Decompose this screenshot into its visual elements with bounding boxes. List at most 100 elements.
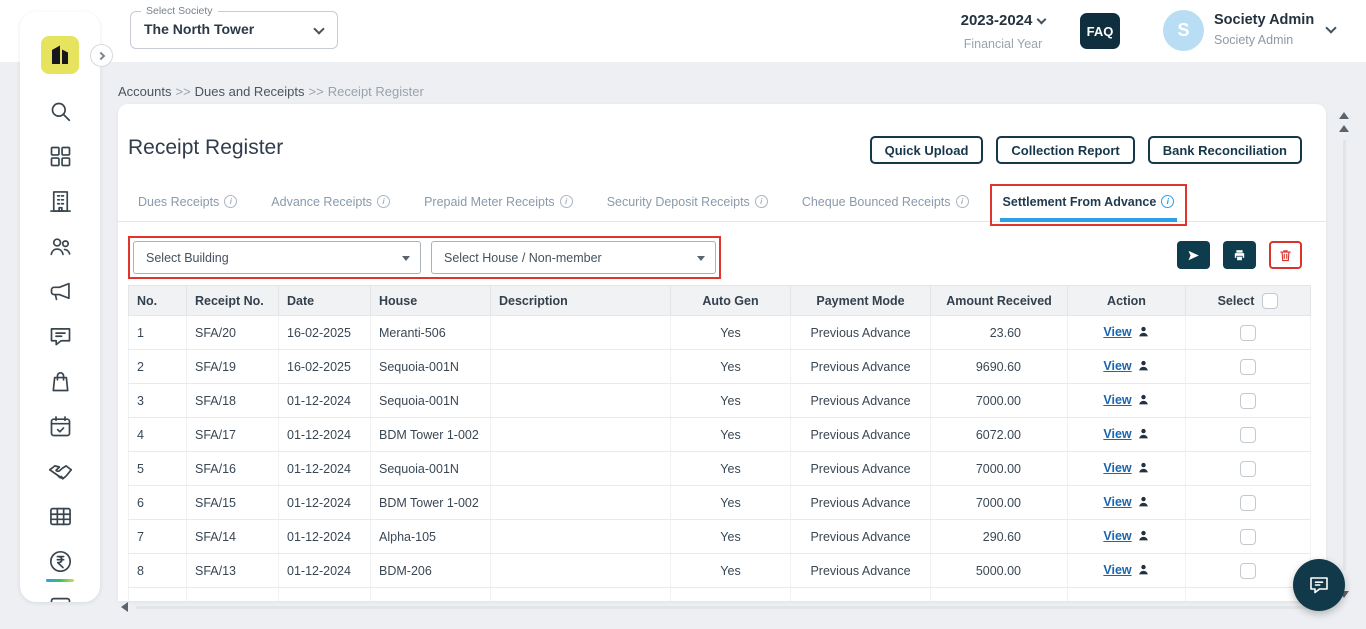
dashboard-grid-icon[interactable] (45, 141, 75, 171)
collection-report-button[interactable]: Collection Report (996, 136, 1135, 164)
send-button[interactable] (1177, 241, 1210, 269)
table-icon[interactable] (45, 501, 75, 531)
cell-auto-gen: Yes (670, 315, 791, 350)
table-row: 2 SFA/19 16-02-2025 Sequoia-001N Yes Previous… (128, 349, 1311, 384)
cell-select (1185, 417, 1311, 452)
view-link[interactable]: View (1103, 325, 1131, 339)
view-link[interactable]: View (1103, 495, 1131, 509)
select-all-checkbox[interactable] (1262, 292, 1279, 309)
breadcrumb-item-accounts[interactable]: Accounts (118, 84, 171, 99)
cell-date: 01-12-2024 (278, 485, 371, 520)
view-link[interactable]: View (1103, 427, 1131, 441)
row-checkbox[interactable] (1240, 358, 1256, 375)
society-select[interactable]: Select Society The North Tower (130, 5, 338, 49)
cell-payment-mode: Previous Advance (790, 349, 931, 384)
view-link[interactable]: View (1103, 359, 1131, 373)
horizontal-scrollbar[interactable] (118, 600, 1326, 614)
row-checkbox[interactable] (1240, 528, 1256, 545)
view-link[interactable]: View (1103, 393, 1131, 407)
column-header-house: House (370, 285, 491, 316)
breadcrumb-item-dues-and-receipts[interactable]: Dues and Receipts (195, 84, 305, 99)
print-button[interactable] (1223, 241, 1256, 269)
receipt-table-body: 1 SFA/20 16-02-2025 Meranti-506 Yes Previous … (128, 315, 1311, 601)
row-checkbox[interactable] (1240, 324, 1256, 341)
person-icon (1137, 495, 1150, 511)
financial-year-label: Financial Year (963, 37, 1043, 51)
view-link[interactable]: View (1103, 461, 1131, 475)
avatar[interactable]: S (1163, 10, 1204, 51)
row-checkbox[interactable] (1240, 392, 1256, 409)
row-checkbox[interactable] (1240, 460, 1256, 477)
chat-icon[interactable] (45, 321, 75, 351)
row-checkbox[interactable] (1240, 562, 1256, 579)
cell-description (490, 485, 671, 520)
cell-amount-received: 9690.60 (930, 349, 1068, 384)
handshake-icon[interactable] (45, 456, 75, 486)
cell-house: Sequoia-001N (370, 451, 491, 486)
row-checkbox[interactable] (1240, 426, 1256, 443)
tab-cheque-bounced-receipts[interactable]: Cheque Bounced Receipts i (802, 182, 969, 222)
scroll-up-icon[interactable] (1339, 125, 1349, 132)
cell-select (1185, 451, 1311, 486)
top-bar: Select Society The North Tower 2023-2024… (0, 0, 1366, 62)
bag-icon[interactable] (45, 366, 75, 396)
user-role: Society Admin (1214, 33, 1294, 47)
table-row-partial (128, 587, 1311, 601)
cell-description (490, 383, 671, 418)
building-select[interactable]: Select Building (133, 241, 421, 274)
cell-receipt-no: SFA/17 (186, 417, 279, 452)
cell-select (1185, 349, 1311, 384)
receipt-table: No. Receipt No. Date House Description Auto G… (128, 285, 1311, 601)
tab-settlement-from-advance[interactable]: Settlement From Advance i (989, 182, 1188, 226)
quick-upload-button[interactable]: Quick Upload (869, 136, 984, 164)
scrollbar-track[interactable] (136, 605, 1318, 609)
tab-prepaid-meter-receipts[interactable]: Prepaid Meter Receipts i (424, 182, 573, 222)
tab-label: Dues Receipts (138, 194, 220, 209)
house-select[interactable]: Select House / Non-member (431, 241, 716, 274)
financial-year-block[interactable]: 2023-2024 Financial Year (948, 12, 1058, 51)
tab-label: Cheque Bounced Receipts (801, 194, 951, 209)
bank-reconciliation-button[interactable]: Bank Reconciliation (1147, 136, 1302, 164)
megaphone-icon[interactable] (45, 276, 75, 306)
search-icon[interactable] (45, 96, 75, 126)
person-icon (1137, 563, 1150, 579)
cell-receipt-no: SFA/14 (186, 519, 279, 554)
window-icon[interactable] (45, 591, 75, 602)
cell-select (1185, 383, 1311, 418)
calendar-icon[interactable] (45, 411, 75, 441)
tab-bar: Dues Receipts i Advance Receipts i Prepaid M… (118, 182, 1326, 226)
cell-select (1185, 485, 1311, 520)
view-link[interactable]: View (1103, 529, 1131, 543)
printer-icon (1234, 249, 1245, 261)
tab-advance-receipts[interactable]: Advance Receipts i (271, 182, 391, 222)
person-icon (1137, 461, 1150, 477)
building-icon[interactable] (45, 186, 75, 216)
chat-support-button[interactable] (1293, 559, 1345, 611)
scrollbar-track[interactable] (1342, 140, 1346, 570)
scroll-left-icon[interactable] (121, 602, 128, 612)
cell-date: 01-12-2024 (278, 383, 371, 418)
table-row: 4 SFA/17 01-12-2024 BDM Tower 1-002 Yes Previ… (128, 417, 1311, 452)
cell-no: 5 (128, 451, 187, 486)
user-menu-chevron-icon[interactable] (1325, 22, 1337, 34)
rupee-icon[interactable] (45, 546, 75, 582)
cell-select (1185, 315, 1311, 350)
cell-house: Sequoia-001N (370, 383, 491, 418)
faq-button[interactable]: FAQ (1080, 13, 1120, 49)
people-icon[interactable] (45, 231, 75, 261)
delete-button[interactable] (1269, 241, 1302, 269)
tab-dues-receipts[interactable]: Dues Receipts i (138, 182, 238, 222)
sidebar-expand-button[interactable] (90, 44, 113, 67)
scroll-up-icon[interactable] (1339, 112, 1349, 119)
breadcrumb: Accounts >> Dues and Receipts >> Receipt Reg… (118, 84, 424, 99)
cell-amount-received: 7000.00 (930, 485, 1068, 520)
app-logo-icon[interactable] (41, 36, 79, 74)
view-link[interactable]: View (1103, 563, 1131, 577)
row-checkbox[interactable] (1240, 494, 1256, 511)
tab-security-deposit-receipts[interactable]: Security Deposit Receipts i (607, 182, 768, 222)
cell-house: Meranti-506 (370, 315, 491, 350)
cell-auto-gen: Yes (670, 519, 791, 554)
user-name: Society Admin (1214, 12, 1315, 28)
column-header-action: Action (1067, 285, 1186, 316)
vertical-scrollbar[interactable] (1336, 106, 1352, 602)
